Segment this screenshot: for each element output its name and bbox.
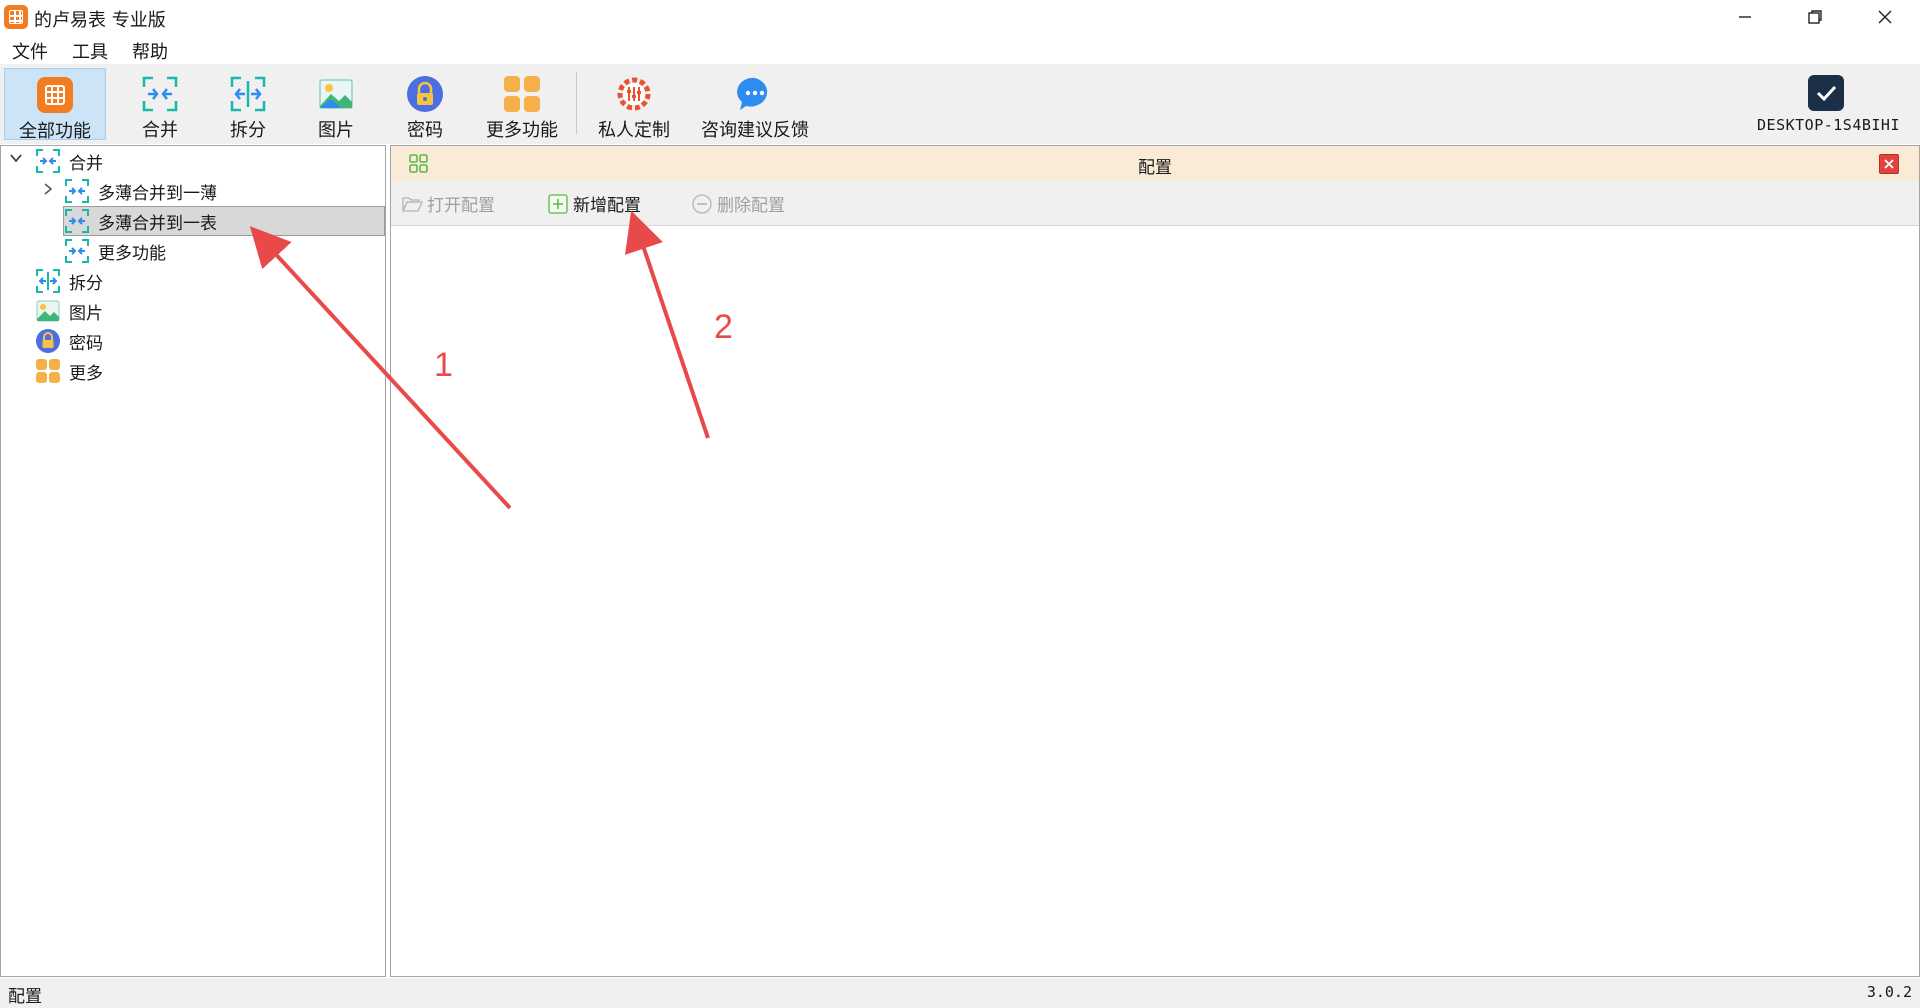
config-content-area [391, 227, 1919, 976]
merge-icon [64, 178, 90, 204]
grid-apps-icon [35, 358, 61, 384]
close-icon [1878, 10, 1892, 24]
image-button[interactable]: 图片 [304, 68, 368, 141]
expand-merge-chevron-down-icon[interactable] [9, 151, 23, 169]
menu-tools[interactable]: 工具 [72, 38, 108, 64]
password-button[interactable]: 密码 [393, 68, 457, 141]
minimize-button[interactable] [1710, 0, 1780, 34]
tree-item-merge-workbooks[interactable]: 多薄合并到一薄 [64, 176, 217, 206]
tree-item-merge-more[interactable]: 更多功能 [64, 236, 166, 266]
app-logo-icon [4, 5, 28, 29]
tree-item-password[interactable]: 密码 [35, 326, 103, 356]
close-panel-button[interactable] [1879, 154, 1899, 174]
annotation-number-2: 2 [714, 308, 733, 346]
tree-item-label: 图片 [69, 303, 103, 324]
tree-item-merge[interactable]: 合并 [35, 146, 103, 176]
close-window-button[interactable] [1850, 0, 1920, 34]
annotation-number-1: 1 [434, 346, 453, 384]
tree-item-label: 多薄合并到一薄 [98, 183, 217, 204]
tree-item-label: 多薄合并到一表 [98, 213, 217, 234]
tree-item-label: 密码 [69, 333, 103, 354]
open-config-button[interactable]: 打开配置 [401, 191, 495, 216]
more-functions-label: 更多功能 [486, 120, 558, 141]
config-toolbar: 打开配置 新增配置 删除配置 [391, 181, 1919, 226]
all-functions-label: 全部功能 [19, 121, 91, 142]
config-panel-header: 配置 [391, 146, 1919, 181]
merge-icon [141, 75, 179, 113]
lock-icon [406, 75, 444, 113]
merge-button[interactable]: 合并 [128, 68, 192, 141]
folder-open-icon [401, 193, 424, 215]
chat-bubble-icon [736, 75, 774, 113]
tree-item-more[interactable]: 更多 [35, 356, 103, 386]
merge-icon [35, 148, 61, 174]
spreadsheet-icon [36, 76, 74, 114]
delete-config-button[interactable]: 删除配置 [691, 191, 785, 216]
toolbar: 全部功能 合并 拆分 图片 密码 更多功能 私人定制 咨询建议反馈 DESKTO… [0, 64, 1920, 144]
custom-label: 私人定制 [598, 120, 670, 141]
password-label: 密码 [407, 120, 443, 141]
image-label: 图片 [318, 120, 354, 141]
all-functions-button[interactable]: 全部功能 [4, 68, 106, 142]
minus-circle-icon [691, 193, 713, 215]
menu-bar: 文件 工具 帮助 [0, 34, 1920, 64]
menu-file[interactable]: 文件 [12, 38, 48, 64]
status-bar: 配置 3.0.2 [0, 978, 1920, 1008]
tree-item-image[interactable]: 图片 [35, 296, 103, 326]
tree-item-merge-to-sheet[interactable]: 多薄合并到一表 [63, 206, 385, 236]
image-icon [35, 298, 61, 324]
tree-item-split[interactable]: 拆分 [35, 266, 103, 296]
feedback-label: 咨询建议反馈 [701, 120, 809, 141]
merge-label: 合并 [142, 120, 178, 141]
gear-settings-icon [615, 75, 653, 113]
tree-item-label: 更多 [69, 363, 103, 384]
tree-item-label: 更多功能 [98, 243, 166, 264]
computer-name: DESKTOP-1S4BIHI [1757, 116, 1900, 134]
add-config-button[interactable]: 新增配置 [547, 191, 641, 216]
split-label: 拆分 [230, 120, 266, 141]
toolbar-separator [576, 72, 577, 134]
lock-icon [35, 328, 61, 354]
merge-icon [64, 208, 90, 234]
delete-config-label: 删除配置 [717, 196, 785, 216]
add-config-label: 新增配置 [573, 196, 641, 216]
close-icon [1884, 159, 1894, 169]
checkmark-user-icon[interactable] [1808, 75, 1844, 111]
minimize-icon [1739, 16, 1751, 18]
function-tree: 合并 多薄合并到一薄 多薄合并到一表 更多功能 拆分 图片 密码 更多 [0, 145, 386, 977]
plus-square-icon [547, 193, 569, 215]
window-title: 的卢易表 专业版 [34, 10, 166, 31]
merge-icon [64, 238, 90, 264]
restore-icon [1808, 10, 1822, 24]
split-button[interactable]: 拆分 [216, 68, 280, 141]
split-icon [35, 268, 61, 294]
tree-item-label: 拆分 [69, 273, 103, 294]
split-icon [229, 75, 267, 113]
more-functions-button[interactable]: 更多功能 [482, 68, 562, 141]
menu-help[interactable]: 帮助 [132, 38, 168, 64]
custom-button[interactable]: 私人定制 [594, 68, 674, 141]
restore-button[interactable] [1780, 0, 1850, 34]
config-panel: 配置 打开配置 新增配置 删除配置 [390, 145, 1920, 977]
title-bar: 的卢易表 专业版 [0, 0, 1920, 34]
config-panel-title: 配置 [1138, 158, 1172, 178]
feedback-button[interactable]: 咨询建议反馈 [698, 68, 812, 141]
grid-apps-icon [503, 75, 541, 113]
status-text: 配置 [8, 987, 42, 1007]
version-label: 3.0.2 [1866, 983, 1912, 1001]
image-icon [317, 75, 355, 113]
expand-chevron-right-icon[interactable] [41, 182, 55, 200]
tree-item-label: 合并 [69, 153, 103, 174]
open-config-label: 打开配置 [427, 196, 495, 216]
